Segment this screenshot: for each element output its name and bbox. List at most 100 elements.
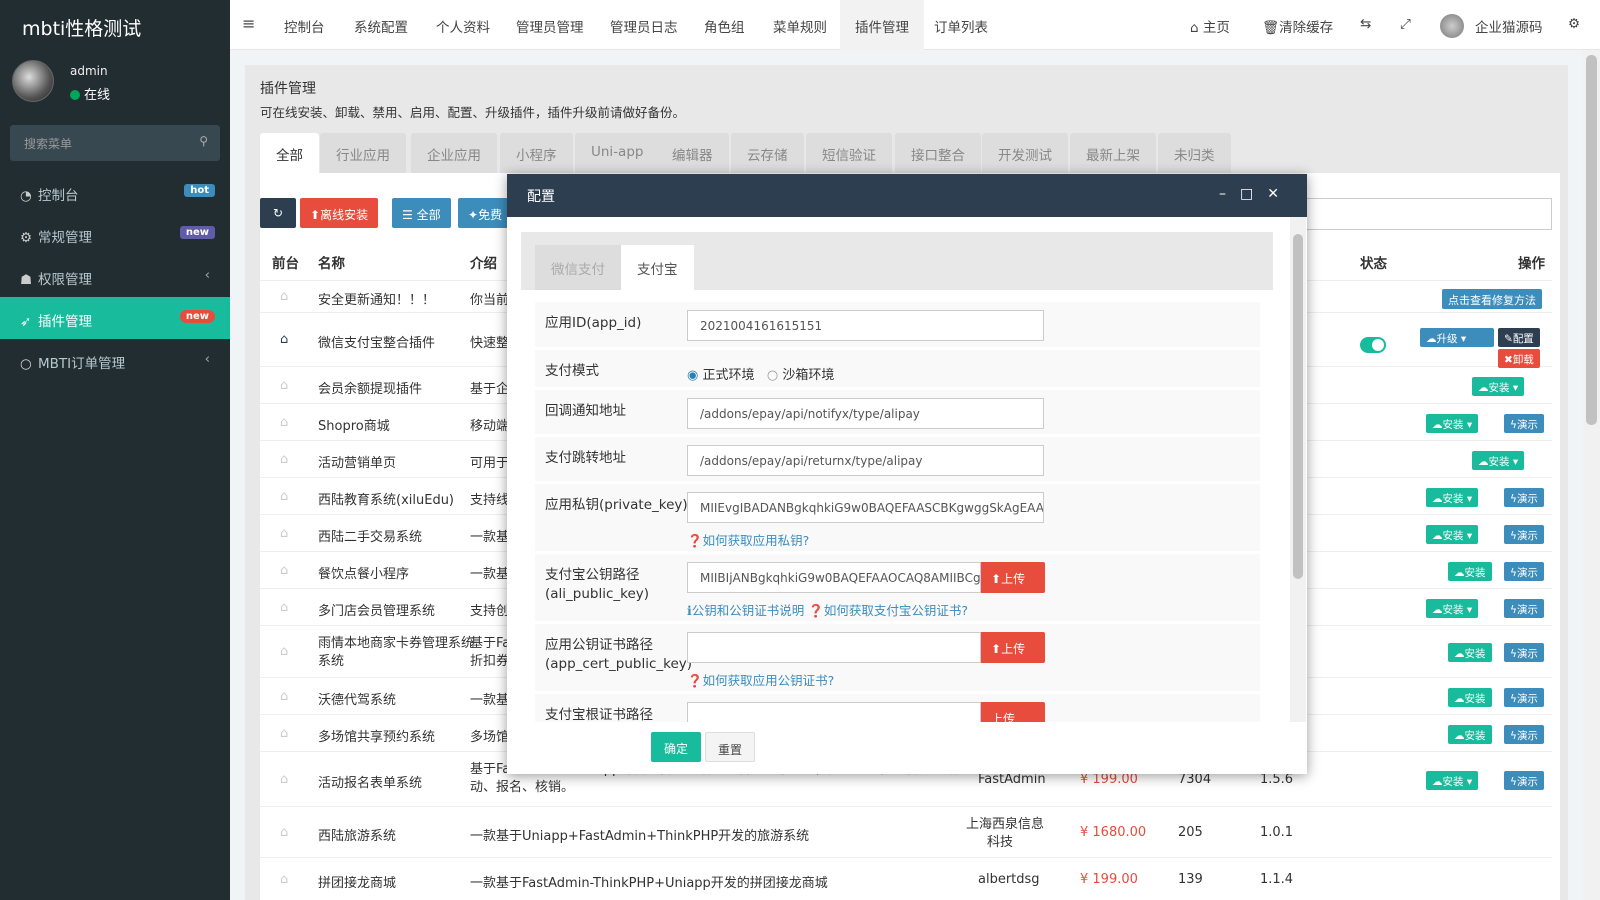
demo-button[interactable]: ϟ演示 xyxy=(1504,598,1544,618)
ali-public-key-input[interactable]: MIIBIjANBgkqhkiG9w0BAQEFAAOCAQ8AMIIBCgK xyxy=(687,562,981,593)
install-button[interactable]: ☁安装 ▾ xyxy=(1426,413,1479,433)
filter-free-button[interactable]: ✦免费 xyxy=(458,198,508,228)
home-icon[interactable]: ⌂ xyxy=(280,644,288,659)
home-link[interactable]: ⌂ 主页 xyxy=(1190,0,1230,50)
get-ali-cert-link[interactable]: 如何获取支付宝公钥证书? xyxy=(824,603,968,618)
account-name[interactable]: 企业猫源码 xyxy=(1475,0,1543,50)
tab-wechat-pay[interactable]: 微信支付 xyxy=(535,245,621,290)
demo-button[interactable]: ϟ演示 xyxy=(1504,524,1544,544)
tab-enterprise[interactable]: 企业应用 xyxy=(411,133,497,173)
demo-button[interactable]: ϟ演示 xyxy=(1504,687,1544,707)
settings-gear-icon[interactable]: ⚙ xyxy=(1568,0,1580,50)
radio-sandbox-label[interactable]: 沙箱环境 xyxy=(782,368,834,383)
demo-button[interactable]: ϟ演示 xyxy=(1504,487,1544,507)
account-avatar[interactable] xyxy=(1440,14,1464,38)
install-button[interactable]: ☁安装 ▾ xyxy=(1472,450,1525,470)
topnav-admin[interactable]: 管理员管理 xyxy=(516,0,584,50)
home-icon[interactable]: ⌂ xyxy=(280,378,288,393)
table-search-input[interactable] xyxy=(1300,198,1552,230)
uninstall-button[interactable]: ✖卸载 xyxy=(1498,349,1540,368)
search-icon[interactable]: ⚲ xyxy=(199,134,208,148)
language-icon[interactable]: ⇆ xyxy=(1360,0,1371,50)
sidebar-item-dashboard[interactable]: ◔ 控制台 hot xyxy=(0,171,230,213)
sidebar-item-addons[interactable]: ➶ 插件管理 new xyxy=(0,297,230,339)
topnav-dashboard[interactable]: 控制台 xyxy=(284,0,325,50)
filter-all-button[interactable]: ☰ 全部 xyxy=(392,198,451,228)
fullscreen-icon[interactable]: ⤢ xyxy=(1400,0,1411,50)
confirm-button[interactable]: 确定 xyxy=(651,732,701,762)
tab-all[interactable]: 全部 xyxy=(260,133,319,173)
home-icon[interactable]: ⌂ xyxy=(280,600,288,615)
home-icon[interactable]: ⌂ xyxy=(280,825,288,840)
app-cert-input[interactable] xyxy=(687,632,981,663)
tab-new[interactable]: 最新上架 xyxy=(1070,133,1156,173)
radio-sandbox[interactable]: ○ xyxy=(767,368,778,383)
install-button[interactable]: ☁安装 ▾ xyxy=(1426,524,1479,544)
upload-ali-key-button[interactable]: ⬆上传 xyxy=(981,562,1045,593)
menu-search-input[interactable]: 搜索菜单 ⚲ xyxy=(10,125,220,161)
tab-editor[interactable]: 编辑器 xyxy=(656,133,729,173)
home-icon[interactable]: ⌂ xyxy=(280,452,288,467)
config-button[interactable]: ✎配置 xyxy=(1498,328,1540,347)
private-key-input[interactable]: MIIEvgIBADANBgkqhkiG9w0BAQEFAASCBKgwggSk… xyxy=(687,492,1044,523)
radio-production-label[interactable]: 正式环境 xyxy=(702,368,754,383)
topnav-roles[interactable]: 角色组 xyxy=(704,0,745,50)
tab-cloud-storage[interactable]: 云存储 xyxy=(731,133,804,173)
page-scrollbar-thumb[interactable] xyxy=(1586,55,1597,425)
topnav-addons[interactable]: 插件管理 xyxy=(840,0,924,50)
home-icon[interactable]: ⌂ xyxy=(280,526,288,541)
home-icon[interactable]: ⌂ xyxy=(280,872,288,887)
upload-root-cert-button[interactable]: 上传 xyxy=(981,702,1045,722)
sidebar-item-general[interactable]: ⚙ 常规管理 new xyxy=(0,213,230,255)
menu-toggle-icon[interactable]: ≡ xyxy=(242,0,255,48)
minimize-icon[interactable]: – xyxy=(1219,186,1240,202)
tab-alipay[interactable]: 支付宝 xyxy=(621,245,694,290)
upgrade-button[interactable]: ☁升级 ▾ xyxy=(1420,328,1494,347)
offline-install-button[interactable]: ⬆离线安装 xyxy=(300,198,379,228)
radio-production[interactable]: ◉ xyxy=(687,368,698,383)
private-key-help-link[interactable]: ❓如何获取应用私钥? xyxy=(687,530,809,549)
topnav-admin-log[interactable]: 管理员日志 xyxy=(610,0,678,50)
install-button[interactable]: ☁安装 xyxy=(1448,687,1492,707)
home-icon[interactable]: ⌂ xyxy=(280,689,288,704)
close-icon[interactable]: ✕ xyxy=(1267,186,1293,202)
install-button[interactable]: ☁安装 xyxy=(1448,561,1492,581)
topnav-profile[interactable]: 个人资料 xyxy=(436,0,490,50)
demo-button[interactable]: ϟ演示 xyxy=(1504,413,1544,433)
tab-miniprogram[interactable]: 小程序 xyxy=(500,133,573,173)
app-id-input[interactable]: 2021004161615151 xyxy=(687,310,1044,341)
topnav-system-config[interactable]: 系统配置 xyxy=(354,0,408,50)
sidebar-item-permissions[interactable]: ☗ 权限管理 ‹ xyxy=(0,255,230,297)
modal-scrollbar-thumb[interactable] xyxy=(1293,234,1303,579)
topnav-menu-rules[interactable]: 菜单规则 xyxy=(773,0,827,50)
tab-sms[interactable]: 短信验证 xyxy=(806,133,892,173)
app-logo[interactable]: mbti性格测试 xyxy=(0,0,230,50)
refresh-button[interactable]: ↻ xyxy=(260,198,296,228)
alipay-root-cert-input[interactable] xyxy=(687,702,981,722)
demo-button[interactable]: ϟ演示 xyxy=(1504,561,1544,581)
clear-cache-button[interactable]: 🗑清除缓存 xyxy=(1262,0,1333,50)
install-button[interactable]: ☁安装 ▾ xyxy=(1426,770,1479,790)
view-fix-button[interactable]: 点击查看修复方法 xyxy=(1442,289,1542,309)
install-button[interactable]: ☁安装 xyxy=(1448,724,1492,744)
sidebar-item-mbti-orders[interactable]: ○ MBTI订单管理 ‹ xyxy=(0,339,230,381)
home-icon[interactable]: ⌂ xyxy=(280,563,288,578)
install-button[interactable]: ☁安装 xyxy=(1448,643,1492,662)
install-button[interactable]: ☁安装 ▾ xyxy=(1472,376,1525,396)
status-toggle[interactable] xyxy=(1360,337,1386,353)
tab-industry[interactable]: 行业应用 xyxy=(320,133,406,173)
demo-button[interactable]: ϟ演示 xyxy=(1504,770,1544,790)
home-icon[interactable]: ⌂ xyxy=(280,332,288,347)
install-button[interactable]: ☁安装 ▾ xyxy=(1426,487,1479,507)
tab-uncategorized[interactable]: 未归类 xyxy=(1158,133,1231,173)
notify-url-input[interactable]: /addons/epay/api/notifyx/type/alipay xyxy=(687,398,1044,429)
maximize-icon[interactable]: □ xyxy=(1240,186,1267,202)
topnav-orders[interactable]: 订单列表 xyxy=(934,0,988,50)
tab-dev-test[interactable]: 开发测试 xyxy=(982,133,1068,173)
tab-uniapp[interactable]: Uni-app xyxy=(575,133,660,173)
return-url-input[interactable]: /addons/epay/api/returnx/type/alipay xyxy=(687,445,1044,476)
home-icon[interactable]: ⌂ xyxy=(280,415,288,430)
cert-explain-link[interactable]: 公钥和公钥证书说明 xyxy=(692,603,805,618)
demo-button[interactable]: ϟ演示 xyxy=(1504,724,1544,744)
install-button[interactable]: ☁安装 ▾ xyxy=(1426,598,1479,618)
